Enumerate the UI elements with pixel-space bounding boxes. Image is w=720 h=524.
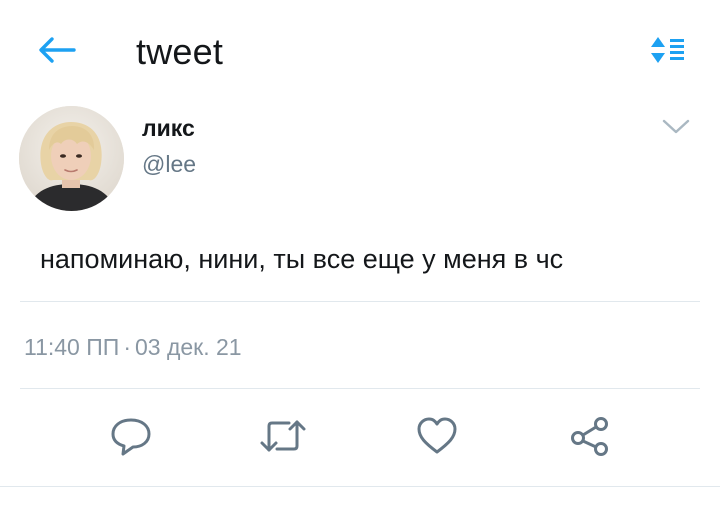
top-bar: tweet xyxy=(0,0,720,100)
like-button[interactable] xyxy=(413,414,461,462)
avatar[interactable] xyxy=(19,106,124,211)
retweet-button[interactable] xyxy=(259,414,307,462)
reply-icon xyxy=(109,416,153,461)
tweet-timestamp[interactable]: 11:40 ПП · 03 дек. 21 xyxy=(24,332,242,362)
timestamp-separator: · xyxy=(123,334,131,360)
arrow-left-icon xyxy=(36,36,76,69)
divider xyxy=(20,388,700,389)
share-icon xyxy=(568,414,612,463)
divider xyxy=(20,301,700,302)
tweet-text: напоминаю, нини, ты все еще у меня в чс xyxy=(40,244,564,274)
chevron-down-icon xyxy=(662,119,690,140)
reply-button[interactable] xyxy=(107,414,155,462)
retweet-icon xyxy=(259,416,307,461)
author-display-name[interactable]: ликс xyxy=(142,114,195,142)
share-button[interactable] xyxy=(566,414,614,462)
heart-icon xyxy=(415,416,459,461)
author-handle[interactable]: @lee xyxy=(142,149,196,179)
page-title: tweet xyxy=(136,31,224,72)
tweet-time: 11:40 ПП xyxy=(24,334,120,360)
back-button[interactable] xyxy=(34,32,78,72)
divider xyxy=(0,486,720,487)
tweet-date: 03 дек. 21 xyxy=(134,334,242,360)
tweet-detail-screen: tweet ликс @lee напоминаю, нини, ты все … xyxy=(0,0,720,524)
more-options-button[interactable] xyxy=(658,114,694,144)
sort-button[interactable] xyxy=(644,32,690,72)
sort-updown-icon xyxy=(647,33,687,72)
